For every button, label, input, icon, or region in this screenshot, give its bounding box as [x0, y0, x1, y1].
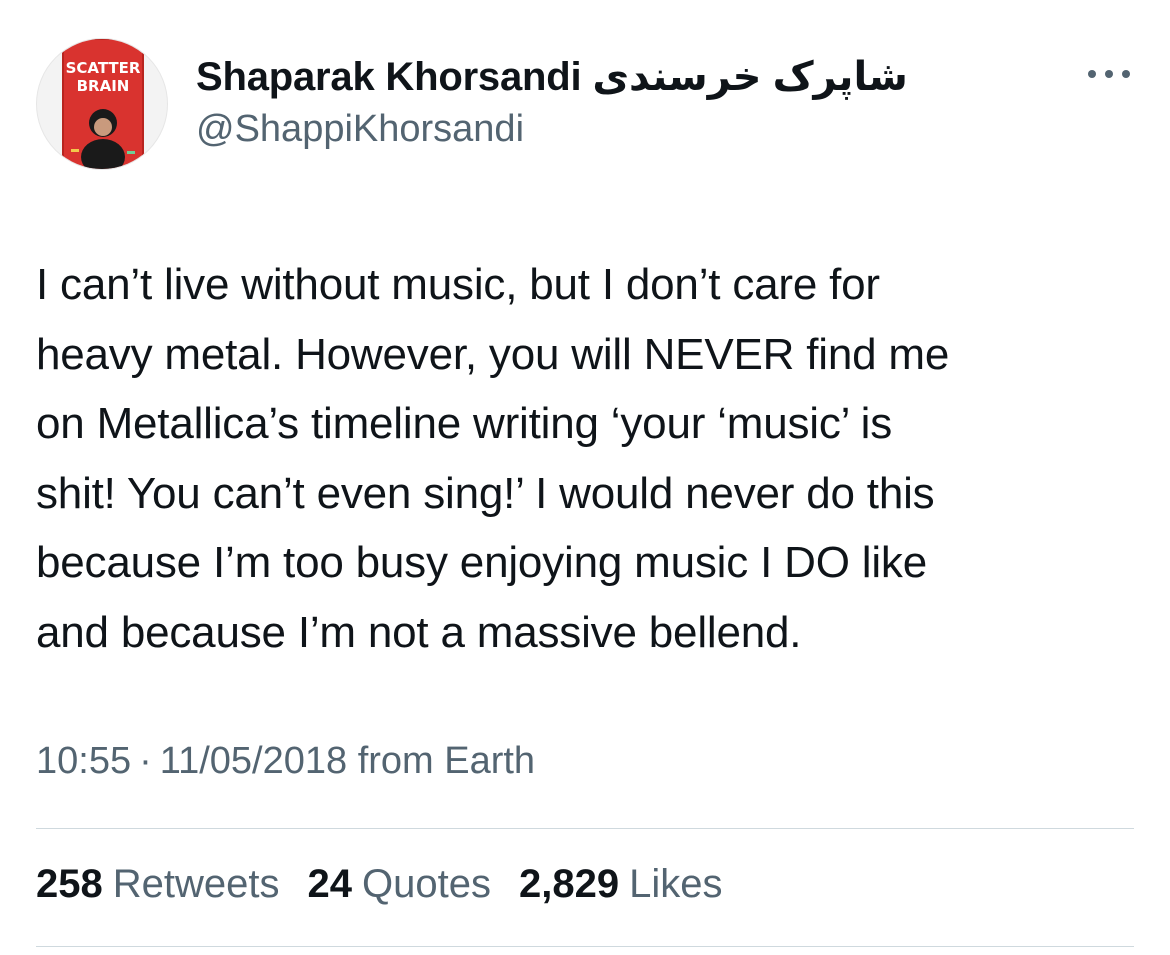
- more-horizontal-icon: [1088, 70, 1096, 78]
- tweet-text-line: on Metallica’s timeline writing ‘your ‘m…: [36, 399, 893, 448]
- divider: [36, 828, 1134, 829]
- author-display-name[interactable]: Shaparak Khorsandi شاپرک خرسندی: [196, 54, 908, 100]
- author-handle[interactable]: @ShappiKhorsandi: [196, 108, 524, 151]
- tweet: SCATTER BRAIN Shaparak Khorsandi شاپرک خ…: [0, 0, 1170, 955]
- tweet-text-line: shit! You can’t even sing!’ I would neve…: [36, 468, 935, 518]
- tweet-source: from Earth: [357, 740, 536, 782]
- avatar-title-line-2: BRAIN: [77, 77, 130, 95]
- retweets-label: Retweets: [112, 862, 280, 906]
- likes-stat[interactable]: 2,829 Likes: [519, 862, 723, 907]
- book-cover-image: SCATTER BRAIN: [62, 39, 144, 169]
- tweet-stats: 258 Retweets 24 Quotes 2,829 Likes: [36, 862, 722, 907]
- quotes-count: 24: [307, 862, 353, 906]
- tweet-text: I can’t live without music, but I don’t …: [36, 250, 1136, 667]
- likes-label: Likes: [629, 862, 723, 906]
- quotes-label: Quotes: [362, 862, 491, 906]
- more-options-button[interactable]: [1084, 62, 1134, 86]
- tweet-text-line: heavy metal. However, you will NEVER fin…: [36, 329, 950, 379]
- likes-count: 2,829: [518, 862, 620, 906]
- avatar[interactable]: SCATTER BRAIN: [36, 38, 168, 170]
- tweet-text-line: I can’t live without music, but I don’t …: [36, 260, 880, 309]
- more-horizontal-icon-dot: [1122, 70, 1130, 78]
- retweets-count: 258: [36, 862, 103, 906]
- meta-separator: ·: [139, 740, 152, 782]
- tweet-text-line: and because I’m not a massive bellend.: [36, 607, 802, 657]
- tweet-time[interactable]: 10:55: [36, 740, 131, 782]
- tweet-date[interactable]: 11/05/2018: [160, 740, 347, 782]
- tweet-meta: 10:55 · 11/05/2018 from Earth: [36, 740, 535, 783]
- retweets-stat[interactable]: 258 Retweets: [36, 862, 280, 907]
- more-horizontal-icon-dot: [1105, 70, 1113, 78]
- divider: [36, 946, 1134, 947]
- tweet-text-line: because I’m too busy enjoying music I DO…: [36, 538, 927, 587]
- quotes-stat[interactable]: 24 Quotes: [308, 862, 491, 907]
- avatar-title-line-1: SCATTER: [66, 59, 141, 77]
